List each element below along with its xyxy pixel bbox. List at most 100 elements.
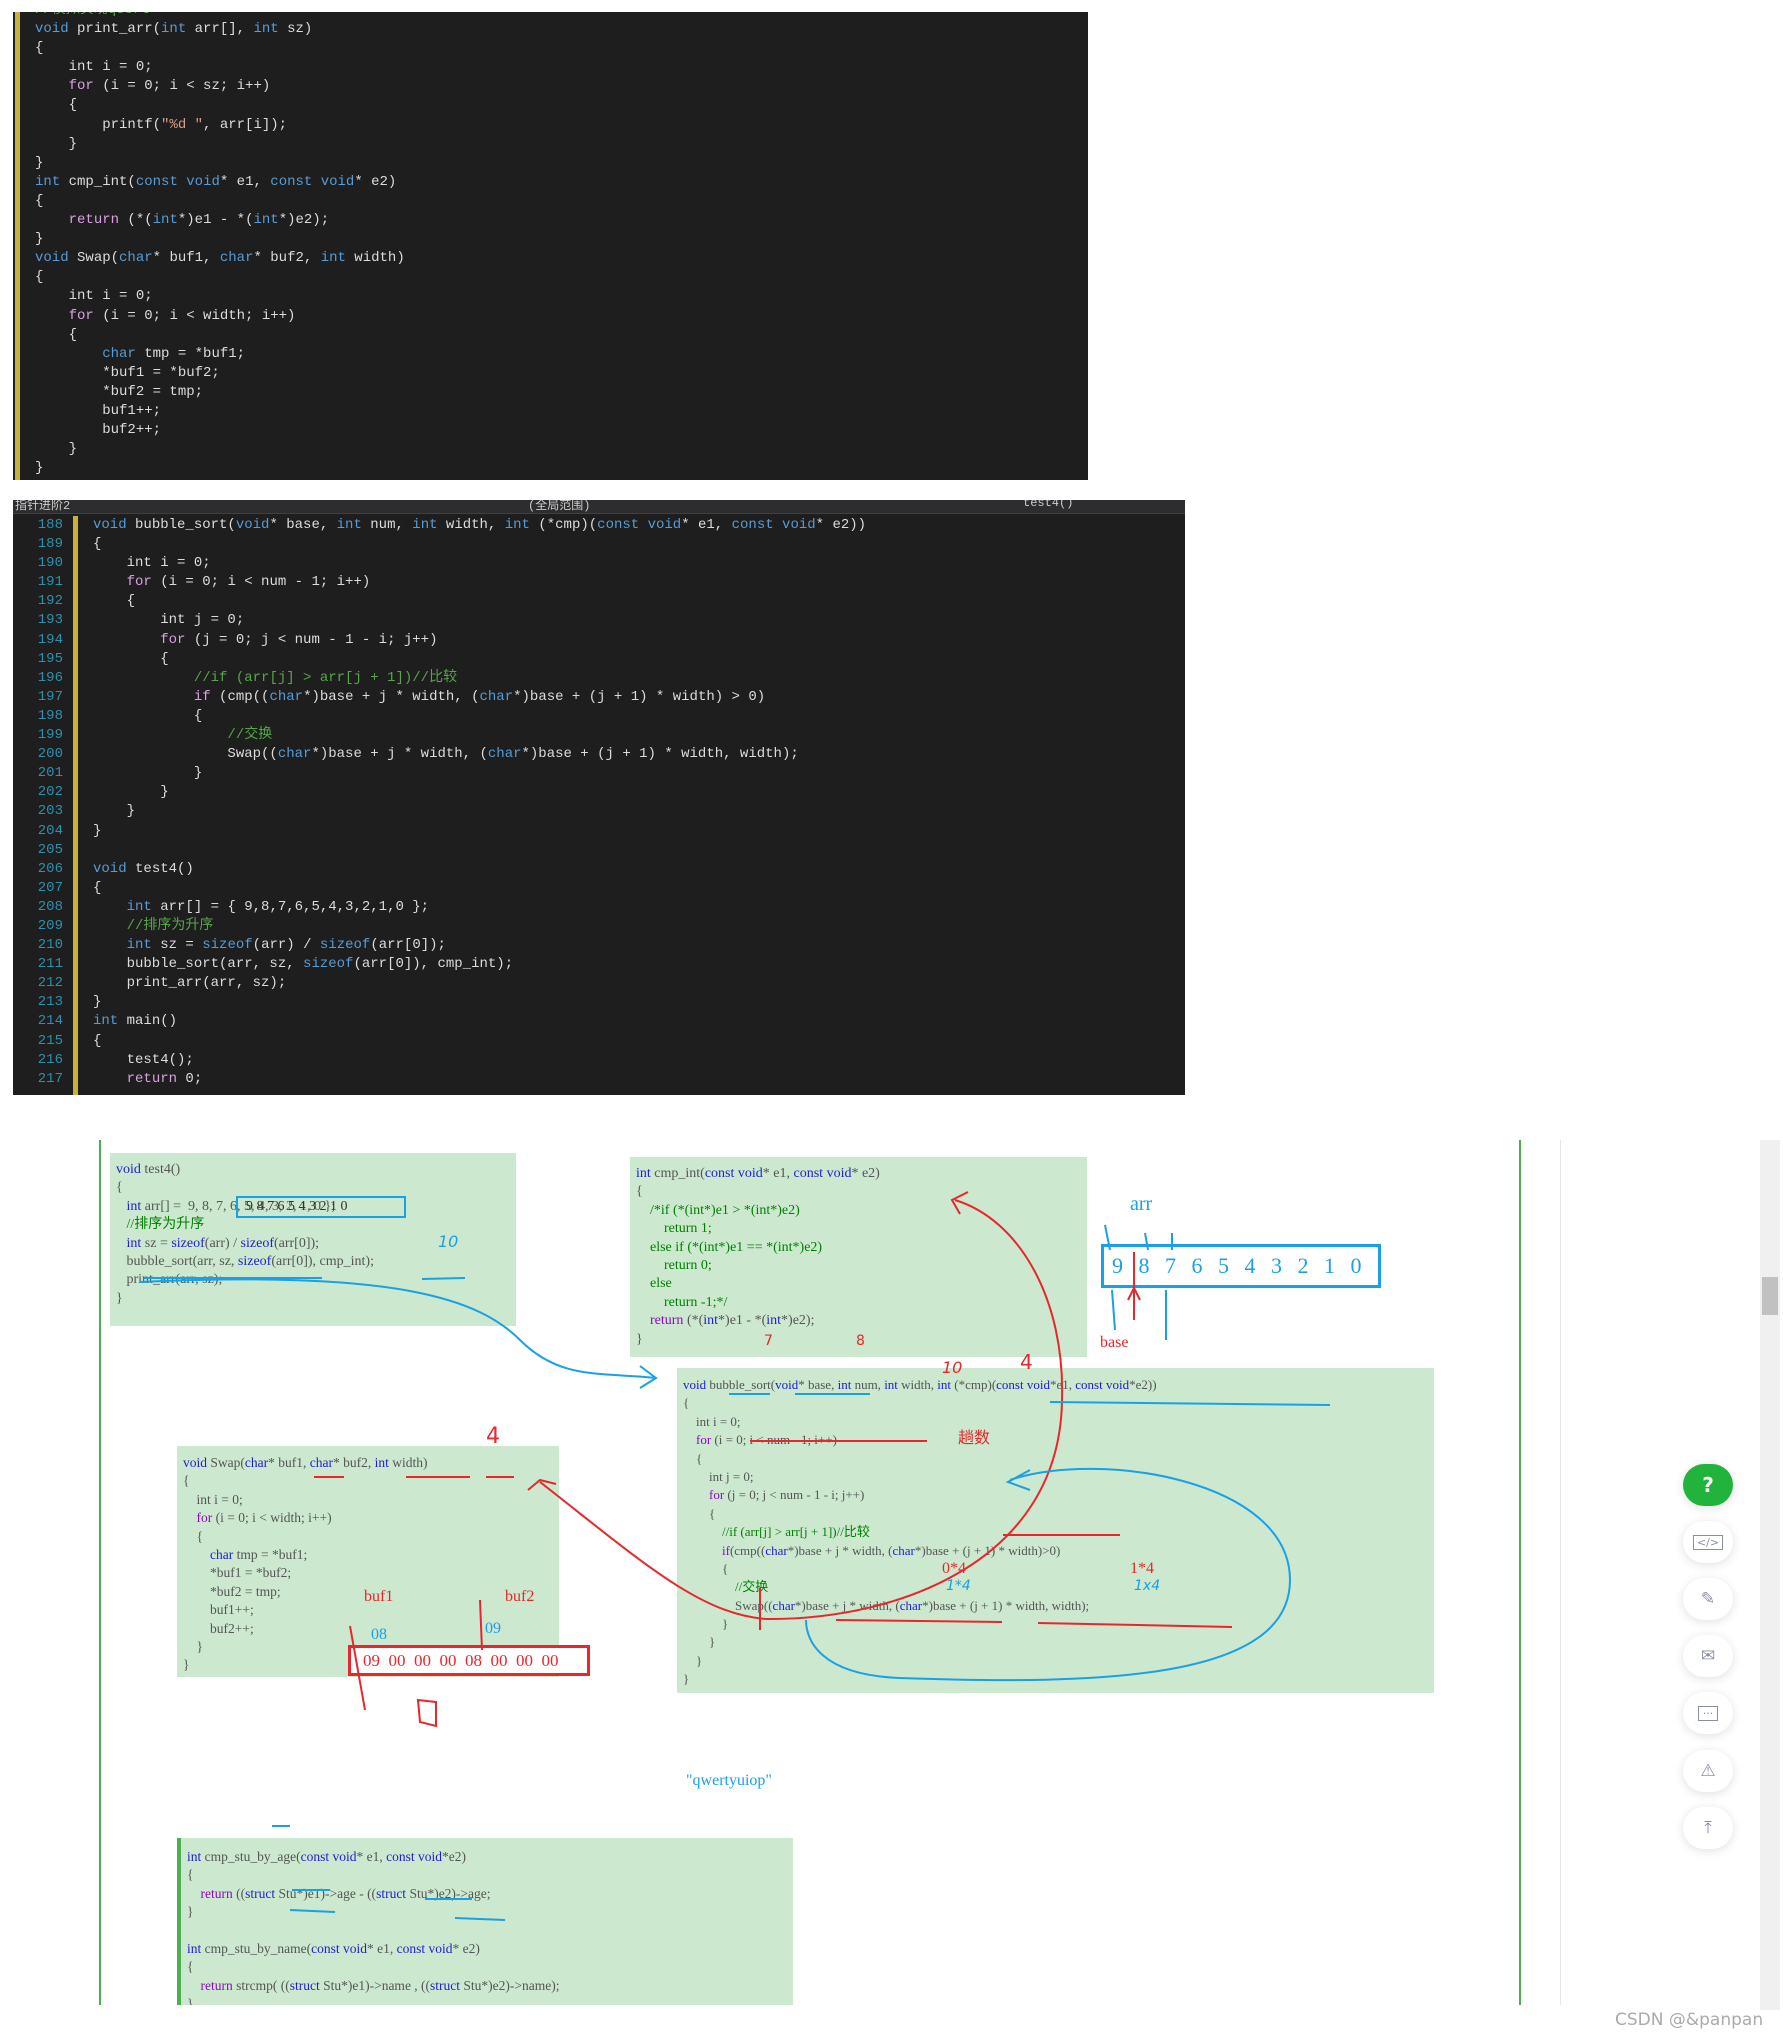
code-line: return (*(int*)e1 - *(int*)e2); [650,1313,815,1329]
code-line: { [35,192,44,209]
label-num-10: 10 [942,1358,963,1377]
code-line: for (i = 0; i < width; i++) [68,307,296,324]
code-line: 204 [37,822,63,839]
code-line: } [93,803,136,820]
code-line: } [35,135,78,152]
code-line: print_arr(arr, sz); [93,975,287,992]
code-line: } [187,1904,194,1920]
label-arr: arr [1130,1193,1153,1215]
code-line: print_arr(arr, sz); [116,1272,223,1288]
code-line: void Swap(char* buf1, char* buf2, int wi… [35,250,405,267]
change-gutter [15,12,20,480]
code-line: int i = 0; [183,1491,243,1507]
code-line: return (*(int*)e1 - *(int*)e2); [68,212,330,229]
code-line: int cmp_stu_by_age(const void* e1, const… [187,1849,467,1864]
code-line: 191 [37,574,63,591]
code-line: } [35,154,44,171]
member-dropdown[interactable]: test4() [1023,500,1073,510]
code-line: 194 [37,631,63,648]
code-line: } [93,784,169,801]
code-line: { [187,1959,194,1975]
code-line: 188 [37,517,63,533]
mail-button[interactable]: ✉ [1683,1635,1733,1677]
report-button[interactable]: ⚠ [1683,1750,1733,1792]
divider [1560,1140,1561,2005]
code-line: 217 [37,1070,63,1087]
comment-button[interactable]: ··· [1683,1692,1733,1734]
code-line: for (i = 0; i < sz; i++) [68,78,271,95]
code-line: void bubble_sort(void* base, int num, in… [93,517,867,533]
code-line: //排序为升序 [126,917,214,934]
help-icon: ? [1702,1473,1714,1497]
code-line: for (i = 0; i < width; i++) [196,1510,332,1526]
code-line: void Swap(char* buf1, char* buf2, int wi… [183,1455,428,1470]
code-button[interactable]: </> [1683,1521,1733,1563]
code-line: for (j = 0; j < num - 1 - i; j++) [160,631,438,648]
content-border [99,1140,101,2005]
code-line: buf2++; [35,422,162,439]
scrollbar[interactable] [1760,1140,1780,2010]
code-line: } [35,231,44,248]
code-line: } [683,1634,716,1650]
back-to-top-button[interactable]: ⤒ [1683,1807,1733,1849]
note-bubble-sort: void bubble_sort(void* base, int num, in… [677,1368,1434,1693]
code-line: int cmp_int(const void* e1, const void* … [636,1166,880,1181]
code-line: { [35,269,44,286]
code-line: void test4() [116,1162,181,1177]
code-line: } [35,460,44,477]
code-line: int j = 0; [683,1468,754,1484]
code-line: for (i = 0; i < num - 1; i++) [696,1432,837,1448]
label-sz-10: 10 [438,1232,459,1251]
note-cmp-stu: int cmp_stu_by_age(const void* e1, const… [177,1838,793,2005]
code-line: { [636,1184,643,1200]
edit-button[interactable]: ✎ [1683,1578,1733,1620]
code-line: int i = 0; [35,59,153,76]
code-lines: //模拟实现qsortvoid print_arr(int arr[], int… [35,12,405,478]
label-swap-4: 4 [486,1424,500,1449]
label-passes: 趟数 [958,1428,991,1447]
code-line: 212 [37,975,63,992]
scrollbar-thumb[interactable] [1762,1277,1778,1315]
note-cmp-int: int cmp_int(const void* e1, const void* … [630,1157,1087,1357]
code-line: 216 [37,1051,63,1068]
project-dropdown[interactable]: 指针进阶2 [15,500,70,513]
code-line: 193 [37,612,63,629]
code-line: } [35,441,78,458]
label-width-4: 4 [1020,1350,1033,1374]
help-button[interactable]: ? [1683,1464,1733,1506]
code-line: { [35,40,44,57]
code-line: bubble_sort(arr, sz, sizeof(arr[0]), cmp… [93,956,514,973]
code-line: { [35,326,78,343]
code-line: if(cmp((char*)base + j * width, (char*)b… [722,1542,1061,1558]
code-line: 199 [37,727,63,744]
code-editor-top: //模拟实现qsortvoid print_arr(int arr[], int… [13,12,1088,480]
code-line: *buf1 = *buf2; [183,1565,292,1581]
code-line: { [183,1528,203,1544]
code-line: { [683,1505,716,1521]
label-base: base [1100,1334,1129,1351]
scope-dropdown[interactable]: (全局范围) [528,500,590,513]
mail-icon: ✉ [1700,1646,1716,1666]
code-line: 203 [37,803,63,820]
code-line: else [636,1276,672,1292]
string-literal-note: "qwertyuiop" [686,1772,772,1789]
code-line: void test4() [93,860,194,877]
code-line: int cmp_stu_by_name(const void* e1, cons… [187,1940,480,1956]
code-lines: void bubble_sort(void* base, int num, in… [93,516,866,1089]
code-line: } [683,1671,690,1687]
code-line: 206 [37,860,63,877]
code-line: 209 [37,917,63,934]
code-line: //if (arr[j] > arr[j + 1])//比较 [193,669,458,686]
code-line: } [93,994,102,1011]
note-swap: void Swap(char* buf1, char* buf2, int wi… [177,1446,559,1677]
code-line: { [93,1032,102,1049]
code-line: *buf1 = *buf2; [35,364,220,381]
code-line: int arr[] = { 9,8,7,6,5,4,3,2,1,0 }; [126,898,430,915]
code-line: } [187,1996,194,2005]
code-line: 201 [37,765,63,782]
code-icon: </> [1692,1534,1724,1550]
code-line: 208 [37,898,63,915]
code-line: return 0; [636,1257,712,1273]
